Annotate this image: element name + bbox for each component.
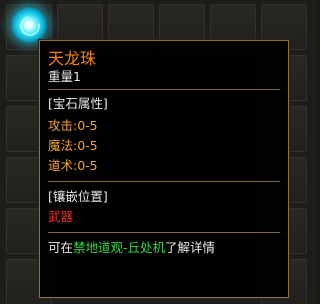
inventory-panel: 天龙珠 重量1 [宝石属性] 攻击:0-5 魔法:0-5 道术:0-5 [镶嵌位…: [0, 0, 316, 304]
stat-magic: 魔法:0-5: [48, 138, 98, 153]
item-weight: 重量1: [48, 69, 81, 84]
item-tooltip: 天龙珠 重量1 [宝石属性] 攻击:0-5 魔法:0-5 道术:0-5 [镶嵌位…: [38, 39, 290, 299]
cyan-orb-gem-icon: [11, 7, 47, 43]
inlay-slot: 武器: [48, 209, 74, 224]
hint-location-link[interactable]: 禁地道观-丘处机: [73, 240, 165, 255]
hint-prefix: 可在: [48, 240, 74, 255]
inlay-position-header: [镶嵌位置]: [48, 189, 108, 204]
stat-attack: 攻击:0-5: [48, 118, 98, 133]
hint-text: 可在禁地道观-丘处机了解详情: [48, 240, 280, 256]
stat-taoism: 道术:0-5: [48, 158, 98, 173]
hint-suffix: 了解详情: [165, 240, 216, 255]
gem-attributes-header: [宝石属性]: [48, 96, 108, 111]
item-name: 天龙珠: [48, 49, 97, 68]
